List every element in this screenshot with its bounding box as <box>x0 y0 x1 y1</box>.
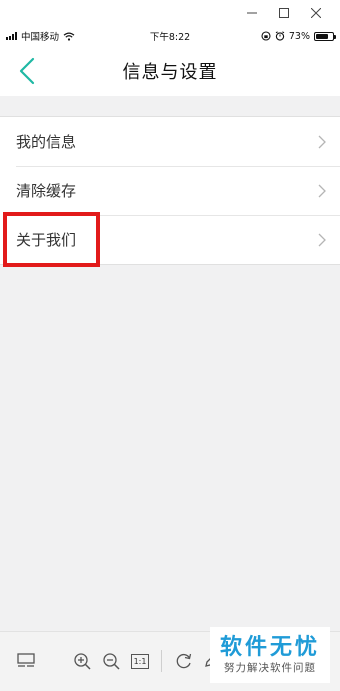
battery-percent: 73% <box>288 30 310 42</box>
zoom-in-button[interactable] <box>71 650 93 672</box>
close-button[interactable] <box>300 0 332 26</box>
wifi-icon <box>63 32 75 41</box>
zoom-out-icon <box>103 653 120 670</box>
chevron-left-icon <box>19 57 35 85</box>
maximize-icon <box>279 8 289 18</box>
close-icon <box>311 8 321 18</box>
battery-icon <box>314 31 336 41</box>
zoom-in-icon <box>74 653 91 670</box>
rotation-lock-icon <box>261 31 271 41</box>
carrier-label: 中国移动 <box>21 32 60 43</box>
chevron-right-icon <box>318 233 326 247</box>
back-button[interactable] <box>12 56 42 86</box>
toolbar-separator <box>161 650 162 672</box>
watermark-title: 软件无忧 <box>219 635 320 660</box>
status-right: 73% <box>261 30 336 42</box>
minimize-button[interactable] <box>236 0 268 26</box>
thumbnail-toggle-button[interactable] <box>15 650 37 672</box>
rotate-icon <box>176 653 192 669</box>
alarm-icon <box>275 31 285 41</box>
menu-item-label: 关于我们 <box>16 231 77 249</box>
phone-status-bar: 中国移动 下午8:22 73% <box>0 26 340 46</box>
menu-item-my-info[interactable]: 我的信息 <box>0 117 340 166</box>
menu-item-label: 清除缓存 <box>16 182 77 200</box>
maximize-button[interactable] <box>268 0 300 26</box>
actual-size-button[interactable]: 1:1 <box>129 650 151 672</box>
page-title: 信息与设置 <box>122 62 218 83</box>
watermark-logo: 软件无忧 努力解决软件问题 <box>210 627 330 683</box>
settings-menu: 我的信息 清除缓存 关于我们 <box>0 117 340 264</box>
app-header: 信息与设置 <box>0 46 340 96</box>
signal-icon <box>6 32 17 40</box>
chevron-right-icon <box>318 135 326 149</box>
minimize-icon <box>247 12 257 14</box>
actual-size-icon: 1:1 <box>131 653 149 669</box>
window-title-bar <box>0 0 340 26</box>
chevron-right-icon <box>318 184 326 198</box>
battery-level <box>316 33 328 39</box>
menu-item-clear-cache[interactable]: 清除缓存 <box>0 166 340 215</box>
list-divider-bottom <box>0 264 340 265</box>
menu-item-about-us[interactable]: 关于我们 <box>0 215 340 264</box>
rotate-button[interactable] <box>173 650 195 672</box>
status-left: 中国移动 <box>6 29 75 43</box>
layout-icon <box>17 653 35 667</box>
zoom-out-button[interactable] <box>100 650 122 672</box>
watermark-subtitle: 努力解决软件问题 <box>224 662 316 674</box>
menu-item-label: 我的信息 <box>16 133 77 151</box>
